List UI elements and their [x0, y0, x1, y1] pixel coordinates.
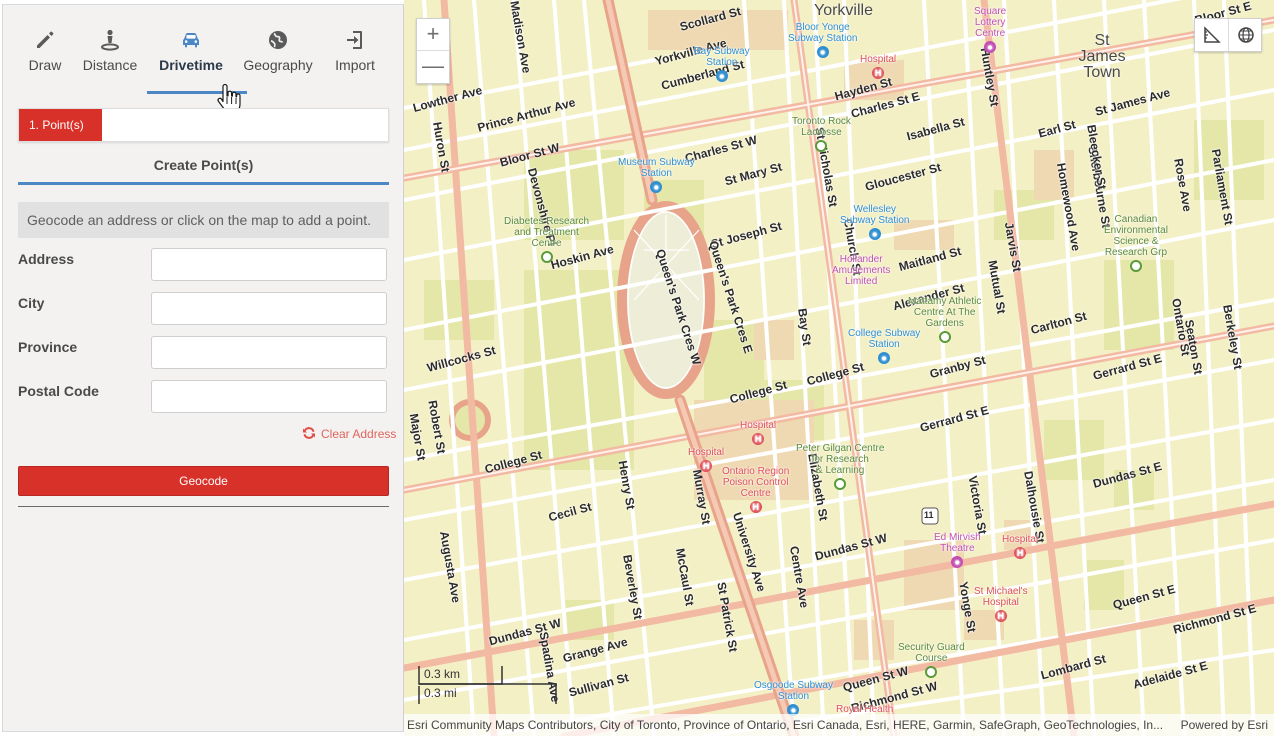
poi-peter-gilgan-centre[interactable]: Peter Gilgan Centre for Research & Learn…	[796, 443, 884, 490]
route-shield-label: 11	[924, 510, 934, 520]
city-input[interactable]	[151, 292, 387, 325]
poi-hollander-amusements[interactable]: Hollander Amusements Limited	[832, 254, 890, 287]
place-icon	[815, 140, 828, 152]
tab-drivetime-label: Drivetime	[159, 57, 223, 73]
scale-bar: 0.3 km 0.3 mi	[418, 664, 558, 706]
place-icon	[925, 666, 938, 678]
hospital-icon: H	[872, 67, 885, 79]
tab-geography-label: Geography	[243, 57, 313, 73]
section-title: Create Point(s)	[153, 157, 254, 173]
address-label: Address	[18, 251, 75, 267]
tab-drivetime[interactable]: Drivetime	[155, 27, 227, 91]
place-icon	[938, 331, 951, 343]
theatre-icon: ●	[951, 556, 964, 568]
subway-icon: ●	[650, 181, 663, 193]
poi-hospital-3[interactable]: Hospital H	[688, 447, 724, 472]
map-attribution: Esri Community Maps Contributors, City o…	[404, 714, 1274, 736]
poi-poison-control-centre[interactable]: Ontario Region Poison Control Centre H	[722, 466, 789, 513]
tab-distance[interactable]: Distance	[81, 27, 139, 91]
geocode-button[interactable]: Geocode	[18, 466, 389, 496]
poi-toronto-rock-lacrosse[interactable]: Toronto Rock Lacrosse	[792, 116, 851, 152]
globe-grid-icon	[1238, 27, 1254, 43]
subway-icon: ●	[868, 228, 881, 240]
poi-bay-subway-station[interactable]: Bay Subway Station ●	[694, 46, 750, 82]
clear-address-label: Clear Address	[321, 427, 397, 441]
refresh-icon	[303, 427, 315, 439]
hospital-icon: H	[700, 460, 713, 472]
measure-button[interactable]	[1195, 19, 1229, 51]
hospital-icon: H	[994, 610, 1007, 622]
zoom-in-button[interactable]: +	[417, 19, 449, 51]
poi-museum-subway-station[interactable]: Museum Subway Station ●	[618, 157, 695, 193]
tab-import[interactable]: Import	[329, 27, 381, 91]
geocode-hint: Geocode an address or click on the map t…	[18, 202, 389, 238]
pencil-icon	[37, 31, 54, 48]
step-badge[interactable]: 1. Point(s)	[19, 109, 102, 141]
poi-square-lottery-centre[interactable]: Square Lottery Centre ●	[974, 6, 1006, 53]
poi-wellesley-subway-station[interactable]: Wellesley Subway Station ●	[840, 204, 910, 240]
zoom-out-button[interactable]: —	[417, 51, 449, 83]
car-icon	[183, 33, 199, 48]
panel-divider	[18, 506, 389, 507]
tab-geography[interactable]: Geography	[241, 27, 315, 91]
postal-code-label: Postal Code	[18, 383, 99, 399]
poi-mattamy-athletic-centre[interactable]: Mattamy Athletic Centre At The Gardens	[908, 296, 981, 343]
postal-code-input[interactable]	[151, 380, 387, 413]
tab-draw[interactable]: Draw	[23, 27, 67, 91]
shop-icon: ●	[984, 41, 997, 53]
import-icon	[347, 31, 362, 49]
poi-hospital-2[interactable]: Hospital H	[740, 420, 776, 445]
area-st-james-town: St James Town	[1078, 32, 1126, 81]
basemap-button[interactable]	[1229, 19, 1263, 51]
subway-icon: ●	[715, 70, 728, 82]
map-view[interactable]: 11 Yorkville St James Town Scollard St Y…	[404, 0, 1274, 736]
city-label: City	[18, 295, 45, 311]
place-icon	[1129, 260, 1142, 272]
area-yorkville: Yorkville	[814, 2, 873, 19]
powered-by-esri[interactable]: Powered by Esri	[1181, 714, 1268, 736]
scale-mi-label: 0.3 mi	[424, 686, 457, 700]
hospital-icon: H	[752, 433, 765, 445]
province-input[interactable]	[151, 336, 387, 369]
poi-diabetes-research-centre[interactable]: Diabetes Research and Treatment Centre	[504, 216, 589, 263]
place-icon	[834, 478, 847, 490]
globe-icon	[269, 31, 287, 49]
measure-icon	[1204, 26, 1221, 43]
poi-st-michaels-hospital[interactable]: St Michael's Hospital H	[974, 586, 1028, 622]
poi-osgoode-subway-station[interactable]: Osgoode Subway Station ●	[754, 680, 833, 716]
tab-distance-label: Distance	[82, 57, 138, 73]
poi-ed-mirvish-theatre[interactable]: Ed Mirvish Theatre ●	[934, 532, 981, 568]
clear-address-link[interactable]: Clear Address	[301, 425, 396, 441]
zoom-control: + —	[416, 18, 450, 84]
province-label: Province	[18, 339, 78, 355]
step-bar: 1. Point(s)	[18, 108, 389, 142]
hospital-icon: H	[1014, 547, 1027, 559]
tab-draw-label: Draw	[28, 57, 62, 73]
poi-hospital-1[interactable]: Hospital H	[860, 54, 896, 79]
attribution-text[interactable]: Esri Community Maps Contributors, City o…	[407, 714, 1167, 736]
subway-icon: ●	[878, 352, 891, 364]
address-input[interactable]	[151, 248, 387, 281]
section-divider	[18, 182, 389, 185]
poi-hospital-4[interactable]: Hospital H	[1002, 534, 1038, 559]
poi-security-guard-course[interactable]: Security Guard Course	[898, 642, 965, 678]
place-icon	[540, 251, 553, 263]
tool-tabs: Draw Distance Drivetime Geography Import	[3, 5, 403, 114]
hospital-icon: H	[749, 501, 762, 513]
poi-env-science-research[interactable]: Canadian Environmental Science & Researc…	[1104, 214, 1168, 272]
person-pin-icon	[101, 29, 119, 51]
tab-import-label: Import	[335, 57, 375, 73]
map-tools	[1194, 18, 1262, 52]
poi-bloor-yonge-station[interactable]: Bloor Yonge Subway Station ●	[788, 22, 858, 58]
subway-icon: ●	[816, 46, 829, 58]
side-panel: Draw Distance Drivetime Geography Import…	[2, 4, 404, 732]
scale-km-label: 0.3 km	[424, 667, 461, 681]
